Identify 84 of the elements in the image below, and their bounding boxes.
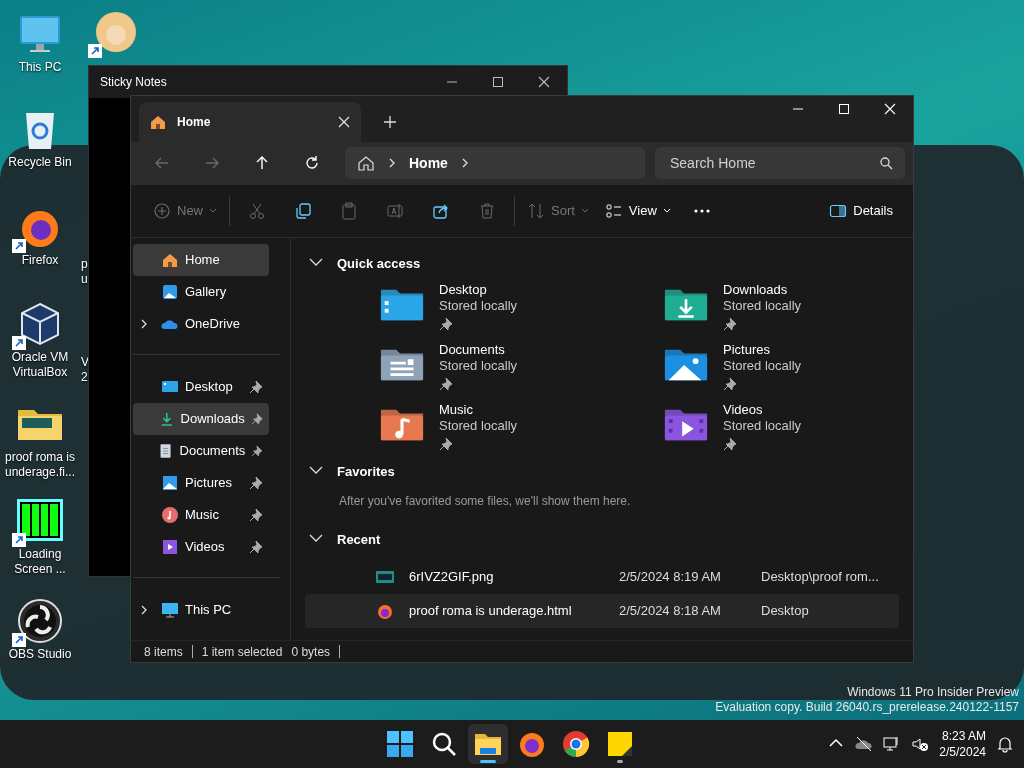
picture-icon (161, 474, 179, 492)
chrome-icon (560, 728, 592, 760)
icon-label[interactable]: OBS Studio (8, 647, 72, 662)
nav-item[interactable]: Home (133, 244, 269, 276)
search-field[interactable]: Search Home (655, 147, 905, 179)
folder-name[interactable]: Videos (723, 402, 802, 418)
video-icon (161, 538, 179, 556)
status-text: 1 item selected (201, 643, 283, 661)
home-icon (161, 251, 179, 269)
window-title: Sticky Notes (100, 74, 167, 91)
file-row[interactable]: 6rIVZ2GIF.png 2/5/2024 8:19 AM Desktop\proof rom... (305, 560, 899, 594)
file-row[interactable]: proof roma is underage.html 2/5/2024 8:18 AM Desktop (305, 594, 899, 628)
folder-name[interactable]: Music (439, 402, 518, 418)
file-name: proof roma is underage.html (409, 602, 573, 621)
tab[interactable]: Home (139, 102, 361, 142)
folder-name[interactable]: Pictures (723, 342, 802, 358)
icon-label[interactable]: V 2 (81, 355, 89, 385)
new-tab-icon[interactable] (383, 115, 397, 129)
section-header[interactable]: Recent (305, 526, 387, 554)
folder-location: Stored locally (439, 358, 518, 374)
taskbar-button[interactable] (468, 724, 508, 764)
clock-date: 2/5/2024 (939, 744, 986, 760)
clock-time: 8:23 AM (940, 728, 986, 744)
nav-item[interactable]: Downloads (133, 403, 269, 435)
folder-location: Stored locally (723, 298, 802, 314)
folder-name[interactable]: Documents (439, 342, 518, 358)
speaker-muted-icon[interactable] (911, 735, 930, 753)
cloud-icon[interactable] (855, 735, 874, 753)
gallery-icon (161, 283, 179, 301)
status-text: 0 bytes (291, 643, 331, 661)
notification-bell-icon[interactable] (996, 735, 1014, 753)
icon-label[interactable]: Oracle VM VirtualBox (0, 350, 80, 380)
home-outline-icon (357, 154, 375, 172)
chevron-right-icon (387, 157, 397, 169)
folder-name[interactable]: Downloads (723, 282, 802, 298)
status-text: 8 items (144, 643, 183, 661)
file-date: 2/5/2024 8:18 AM (619, 602, 722, 621)
toolbar-button[interactable]: View (596, 194, 679, 228)
file-date: 2/5/2024 8:19 AM (619, 568, 722, 587)
folder-location: Stored locally (439, 418, 518, 434)
chevron-right-icon[interactable] (139, 604, 149, 616)
music-icon (161, 506, 179, 524)
icon-label[interactable]: proof roma is underage.fi... (0, 450, 80, 480)
folder-location: Stored locally (723, 358, 802, 374)
windows-logo-icon (384, 728, 416, 760)
address-bar[interactable]: Home (345, 147, 645, 179)
icon-label[interactable]: This PC (18, 60, 62, 75)
file-location: Desktop (761, 602, 809, 621)
nav-item[interactable]: Videos (133, 531, 269, 563)
icon-label[interactable]: Loading Screen ... (0, 547, 80, 577)
file-location: Desktop\proof rom... (761, 568, 879, 587)
image-file-icon (375, 568, 395, 586)
search-icon (879, 156, 893, 170)
nav-item[interactable]: OneDrive (133, 308, 269, 340)
breadcrumb-item[interactable]: Home (409, 152, 448, 174)
computer-icon (161, 601, 179, 619)
section-header[interactable]: Favorites (305, 458, 401, 486)
folder-name[interactable]: Desktop (439, 282, 518, 298)
watermark-text: Windows 11 Pro Insider Preview (846, 685, 1019, 700)
file-name: 6rIVZ2GIF.png (409, 568, 495, 587)
nav-item[interactable]: This PC (133, 594, 269, 626)
home-icon (149, 113, 167, 131)
details-pane-icon (829, 203, 848, 219)
nav-item[interactable]: Music (133, 499, 269, 531)
nav-item[interactable]: Documents (133, 435, 269, 467)
record-circle-icon[interactable] (16, 597, 64, 645)
icon-label[interactable]: Firefox (21, 253, 59, 268)
nav-item[interactable]: Desktop (133, 371, 269, 403)
firefox-file-icon (375, 602, 395, 620)
folder-location: Stored locally (439, 298, 518, 314)
nav-item[interactable]: Pictures (133, 467, 269, 499)
empty-message: After you've favorited some files, we'll show them here. (338, 493, 632, 510)
icon-label[interactable]: Recycle Bin (8, 155, 72, 170)
clock[interactable]: 8:23 AM 2/5/2024 (939, 728, 986, 760)
folder-location: Stored locally (723, 418, 802, 434)
icon-label[interactable]: p u (81, 257, 88, 287)
close-icon[interactable] (337, 115, 351, 129)
refresh-icon[interactable] (303, 154, 321, 172)
chevron-right-icon[interactable] (139, 318, 149, 330)
nav-item[interactable]: Gallery (133, 276, 269, 308)
document-icon (158, 442, 174, 460)
details-button[interactable]: Details (821, 194, 901, 228)
watermark-text: Evaluation copy. Build 26040.rs_prerelease.240122-1157 (715, 700, 1019, 715)
section-header[interactable]: Quick access (305, 250, 427, 278)
